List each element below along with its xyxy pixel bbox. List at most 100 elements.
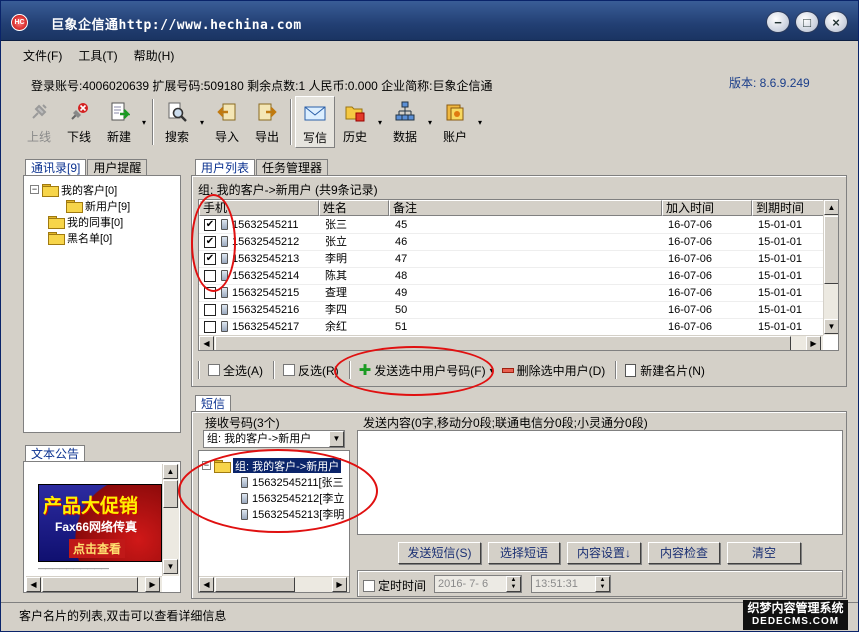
close-button[interactable]: × (824, 11, 848, 33)
scroll-thumb[interactable] (163, 480, 178, 508)
scroll-right-button[interactable]: ▶ (332, 577, 347, 592)
minimize-button[interactable]: − (766, 11, 790, 33)
table-row[interactable]: 15632545216 李四 50 16-07-06 15-01-01 (199, 302, 824, 319)
row-checkbox[interactable] (204, 321, 216, 333)
history-dropdown-arrow[interactable]: ▾ (375, 96, 385, 148)
recipient-group-select[interactable]: 组: 我的客户->新用户 (203, 430, 345, 448)
scroll-left-button[interactable]: ◀ (26, 577, 41, 592)
column-note[interactable]: 备注 (389, 200, 662, 216)
tab-task-manager[interactable]: 任务管理器 (256, 159, 329, 175)
table-row[interactable]: 15632545215 查理 49 16-07-06 15-01-01 (199, 285, 824, 302)
account-button[interactable]: 账户 (435, 96, 475, 148)
menu-file[interactable]: 文件(F) (15, 45, 70, 65)
offline-button[interactable]: 下线 (59, 96, 99, 148)
import-button[interactable]: 导入 (207, 96, 247, 148)
menu-help[interactable]: 帮助(H) (126, 45, 183, 65)
table-row[interactable]: 15632545214 陈其 48 16-07-06 15-01-01 (199, 268, 824, 285)
collapse-icon[interactable]: − (202, 461, 211, 470)
online-button[interactable]: 上线 (19, 96, 59, 148)
content-settings-button[interactable]: 内容设置↓ (567, 542, 641, 564)
scroll-down-button[interactable]: ▼ (163, 559, 178, 574)
account-dropdown-arrow[interactable]: ▾ (475, 96, 485, 148)
recipient-item[interactable]: 15632545211[张三 (239, 474, 351, 489)
time-spin-icon[interactable]: ▲ ▼ (595, 576, 610, 592)
column-name[interactable]: 姓名 (319, 200, 389, 216)
scroll-thumb[interactable] (42, 577, 138, 592)
menu-tools[interactable]: 工具(T) (70, 45, 125, 65)
title-bar[interactable]: HC 巨象企信通http://www.hechina.com − □ × (1, 1, 858, 41)
column-expires[interactable]: 到期时间 (752, 200, 824, 216)
tree-item-my-clients[interactable]: − 我的客户[0] (30, 182, 117, 197)
row-checkbox[interactable] (204, 304, 216, 316)
row-checkbox[interactable] (204, 287, 216, 299)
recipient-tree[interactable]: − 组: 我的客户->新用户 15632545211[张三 1563254521… (198, 450, 350, 593)
tree-item-my-colleagues[interactable]: 我的同事[0] (48, 214, 123, 229)
scheduled-checkbox[interactable]: 定时时间 (363, 577, 426, 594)
sms-content-textarea[interactable] (357, 430, 843, 535)
contact-tree[interactable]: − 我的客户[0] 新用户[9] 我的同事[0] 黑名单[0] (23, 175, 181, 433)
content-check-button[interactable]: 内容检查 (648, 542, 720, 564)
tab-announcement[interactable]: 文本公告 (25, 445, 86, 461)
column-joined[interactable]: 加入时间 (662, 200, 752, 216)
recipient-hscrollbar[interactable]: ◀ ▶ (199, 576, 349, 592)
promo-banner[interactable]: 产品大促销 Fax66网络传真 点击查看 (38, 484, 162, 562)
send-selected-button[interactable]: ✚ 发送选中用户号码(F) (359, 361, 486, 379)
invert-selection-checkbox[interactable]: 反选(R) (283, 362, 339, 379)
banner-view-button[interactable]: 点击查看 (69, 539, 126, 558)
group-select-dropdown-icon[interactable]: ▼ (329, 431, 344, 447)
send-sms-button[interactable]: 发送短信(S) (398, 542, 481, 564)
scroll-down-button[interactable]: ▼ (824, 319, 838, 334)
select-template-button[interactable]: 选择短语 (488, 542, 560, 564)
date-spin-icon[interactable]: ▲ ▼ (506, 576, 521, 592)
table-row[interactable]: 15632545217 余红 51 16-07-06 15-01-01 (199, 319, 824, 336)
phone-text: 15632545217 (232, 321, 300, 333)
send-dropdown-arrow[interactable]: ▾ (490, 366, 494, 375)
new-dropdown-arrow[interactable]: ▾ (139, 96, 149, 148)
row-checkbox[interactable] (204, 270, 216, 282)
search-dropdown-arrow[interactable]: ▾ (197, 96, 207, 148)
scroll-right-button[interactable]: ▶ (145, 577, 160, 592)
table-row[interactable]: ✔ 15632545211 张三 45 16-07-06 15-01-01 (199, 217, 824, 234)
scroll-thumb[interactable] (215, 577, 295, 592)
announcement-hscrollbar[interactable]: ◀ ▶ (26, 576, 162, 592)
collapse-icon[interactable]: − (30, 185, 39, 194)
announcement-vscrollbar[interactable]: ▲ ▼ (162, 464, 179, 576)
table-row[interactable]: ✔ 15632545212 张立 46 16-07-06 15-01-01 (199, 234, 824, 251)
export-button[interactable]: 导出 (247, 96, 287, 148)
scroll-left-button[interactable]: ◀ (199, 577, 214, 592)
scroll-thumb[interactable] (215, 336, 791, 350)
row-checkbox[interactable]: ✔ (204, 236, 216, 248)
tab-user-list[interactable]: 用户列表 (195, 159, 256, 175)
tree-item-blacklist[interactable]: 黑名单[0] (48, 230, 112, 245)
new-button[interactable]: 新建 (99, 96, 139, 148)
scroll-left-button[interactable]: ◀ (199, 336, 214, 350)
data-dropdown-arrow[interactable]: ▾ (425, 96, 435, 148)
clear-button[interactable]: 清空 (727, 542, 801, 564)
scroll-up-button[interactable]: ▲ (824, 200, 838, 215)
user-table[interactable]: 手机 姓名 备注 加入时间 到期时间 ✔ 15632545211 张三 45 16-07… (198, 199, 839, 351)
history-button[interactable]: 历史 (335, 96, 375, 148)
data-button[interactable]: 数据 (385, 96, 425, 148)
column-phone[interactable]: 手机 (199, 200, 319, 216)
scroll-up-button[interactable]: ▲ (163, 464, 178, 479)
new-card-button[interactable]: 新建名片(N) (625, 362, 705, 379)
search-button[interactable]: 搜索 (157, 96, 197, 148)
scroll-right-button[interactable]: ▶ (806, 336, 821, 350)
delete-selected-button[interactable]: 删除选中用户(D) (501, 362, 605, 379)
scroll-thumb[interactable] (824, 216, 838, 284)
table-hscrollbar[interactable]: ◀ ▶ (199, 335, 823, 350)
compose-button[interactable]: 写信 (295, 96, 335, 148)
recipient-item[interactable]: 15632545212[李立 (239, 490, 351, 505)
tab-reminders[interactable]: 用户提醒 (87, 159, 148, 175)
tree-item-new-users[interactable]: 新用户[9] (66, 198, 130, 213)
recipient-group-node[interactable]: − 组: 我的客户->新用户 (202, 458, 350, 473)
maximize-button[interactable]: □ (795, 11, 819, 33)
row-checkbox[interactable]: ✔ (204, 219, 216, 231)
table-row[interactable]: ✔ 15632545213 李明 47 16-07-06 15-01-01 (199, 251, 824, 268)
row-checkbox[interactable]: ✔ (204, 253, 216, 265)
select-all-checkbox[interactable]: 全选(A) (208, 362, 263, 379)
tab-sms[interactable]: 短信 (195, 395, 232, 411)
recipient-item[interactable]: 15632545213[李明 (239, 506, 351, 521)
table-vscrollbar[interactable]: ▲ ▼ (823, 200, 838, 335)
tab-contacts[interactable]: 通讯录[9] (25, 159, 87, 175)
